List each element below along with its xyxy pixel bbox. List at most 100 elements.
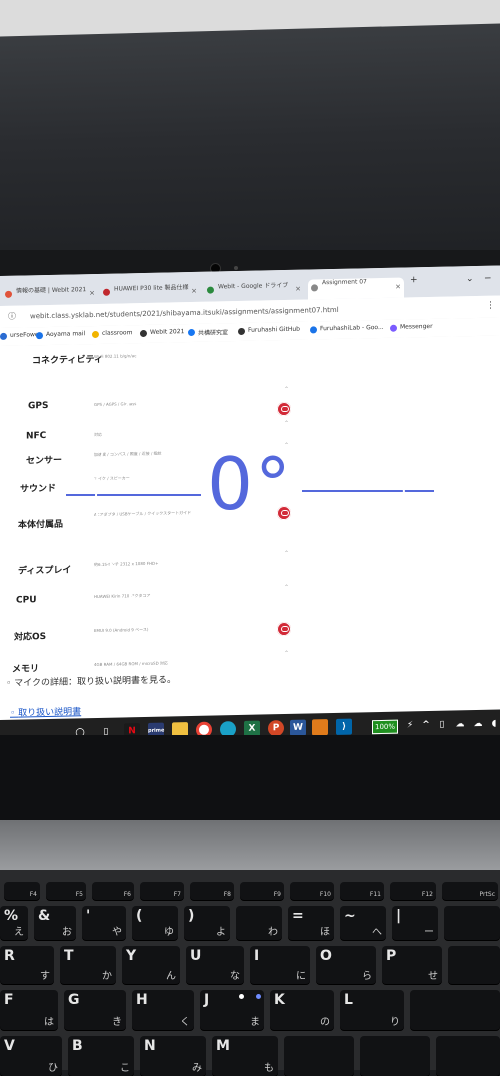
key[interactable]: ' や [82,906,126,940]
pager-dot[interactable] [256,994,261,999]
key[interactable]: = ほ [288,906,334,940]
key[interactable]: ~ へ [340,906,386,940]
key[interactable]: ) よ [184,906,230,940]
new-tab-icon[interactable]: + [410,275,418,285]
key[interactable]: Jま [200,990,264,1030]
key-f7[interactable]: F7 [140,882,184,900]
battery-indicator[interactable]: 100% [372,719,398,735]
tab-favicon-icon [207,286,214,294]
key-f9[interactable]: F9 [240,882,284,900]
key[interactable]: Vひ [0,1036,62,1076]
key-f12[interactable]: F12 [390,882,436,900]
vscode-icon[interactable]: ⟩ [336,718,352,735]
bookmark-item[interactable]: classroom [92,329,132,339]
key[interactable]: Yん [122,946,180,984]
key[interactable] [410,990,500,1030]
bookmark-icon [390,324,397,332]
screen-bezel-bottom [0,735,500,830]
spec-label: GPS [28,400,49,412]
url-text[interactable]: webit.class.ysklab.net/students/2021/shi… [30,306,339,320]
browser-tab[interactable]: WebIt - Google ドライブ × [204,280,304,302]
browser-tab[interactable]: HUAWEI P30 lite 製品仕様 × [100,282,200,304]
key[interactable]: Gき [64,990,126,1030]
laptop-hinge [0,820,500,870]
backspace-key[interactable] [444,906,500,940]
key[interactable]: Bこ [68,1036,134,1076]
key-f11[interactable]: F11 [340,882,384,900]
key-f6[interactable]: F6 [92,882,134,900]
key[interactable]: Tか [60,946,116,984]
key[interactable]: Uな [186,946,244,984]
line-app-icon[interactable] [312,719,328,736]
spec-label: ディスプレイ [18,565,72,577]
key-f4[interactable]: F4 [4,882,40,900]
volume-icon[interactable]: ◖ [486,715,500,731]
key-f10[interactable]: F10 [290,882,334,900]
minimize-icon[interactable]: − [484,274,492,284]
bookmark-item[interactable]: FuruhashiLab - Goo... [310,324,384,334]
key[interactable] [448,946,500,984]
camera-indicator-icon [234,266,238,270]
bookmark-item[interactable]: WebIt 2021 [140,328,184,338]
bookmark-item[interactable]: Aoyama mail [36,330,85,340]
spec-label: サウンド [20,483,57,495]
spec-label: 対応OS [14,632,47,643]
close-tab-icon[interactable]: × [191,287,197,295]
bookmark-icon [238,327,245,336]
browser-tab-active[interactable]: Assignment 07 × [308,277,404,300]
cloud-icon[interactable]: ☁ [452,716,468,732]
key[interactable]: Pせ [382,946,442,984]
key[interactable]: わ [236,906,282,940]
page-note: ◦ マイクの詳細：取り扱い説明書を見る。 [6,675,176,689]
spec-label: 本体付属品 [18,519,64,531]
spec-value: 4GB RAM / 64GB ROM / microSD 対応 [94,660,168,668]
key[interactable] [284,1036,354,1076]
key-f5[interactable]: F5 [46,882,86,900]
power-plug-icon: ⚡ [406,720,414,731]
spec-value: 対応 [94,431,102,438]
key[interactable]: & お [34,906,76,940]
key[interactable] [360,1036,430,1076]
tab-favicon-icon [103,288,110,296]
secure-lock-icon[interactable]: ⓘ [8,311,16,322]
bookmark-item[interactable]: Messenger [390,323,433,332]
key[interactable]: Oら [316,946,376,984]
menu-icon[interactable]: ⋮ [486,301,495,311]
pager-dot-active[interactable] [239,994,244,999]
key[interactable]: % え [0,906,28,940]
tab-search-icon[interactable]: ⌄ [466,274,474,284]
key[interactable] [436,1036,500,1076]
key[interactable]: (ゆ [132,906,178,940]
key-prtsc[interactable]: PrtSc [442,882,498,900]
browser-tab[interactable]: 情報の基礎 | WebIt 2021 × [2,284,98,306]
powerpoint-icon[interactable]: P [268,720,284,737]
key[interactable]: Lり [340,990,404,1030]
show-hidden-icon[interactable]: ^ [418,717,434,733]
key[interactable]: Hく [132,990,194,1030]
tab-favicon-icon [5,290,12,298]
onedrive-icon[interactable]: ☁ [470,716,486,732]
keyboard: F4 F5 F6 F7 F8 F9 F10 F11 F12 PrtSc % え &… [0,870,500,1076]
close-tab-icon[interactable]: × [295,285,301,293]
bookmark-item[interactable]: urseFowe [0,331,39,340]
close-tab-icon[interactable]: × [395,283,401,291]
word-icon[interactable]: W [290,719,306,736]
key[interactable]: Rす [0,946,54,984]
bookmark-item[interactable]: 共構研究室 [188,327,228,337]
key[interactable]: Kの [270,990,334,1030]
key[interactable]: Fは [0,990,58,1030]
bookmark-icon [92,330,99,339]
key-f8[interactable]: F8 [190,882,234,900]
close-tab-icon[interactable]: × [89,289,95,297]
key[interactable]: Mも [212,1036,278,1076]
spec-value: EMUI 9.0 (Android 9 ベース) [94,626,149,634]
bookmark-item[interactable]: Furuhashi GitHub [238,326,300,336]
spec-label: NFC [26,431,47,442]
key[interactable]: Nみ [140,1036,206,1076]
phone-link-icon[interactable]: ▯ [434,717,450,733]
expand-chevron-icon[interactable]: ⌃ [284,650,289,657]
manual-link[interactable]: ◦ 取り扱い説明書 [10,704,81,718]
key[interactable]: Iに [250,946,310,984]
key[interactable]: | ー [392,906,438,940]
spec-label: CPU [16,595,37,606]
